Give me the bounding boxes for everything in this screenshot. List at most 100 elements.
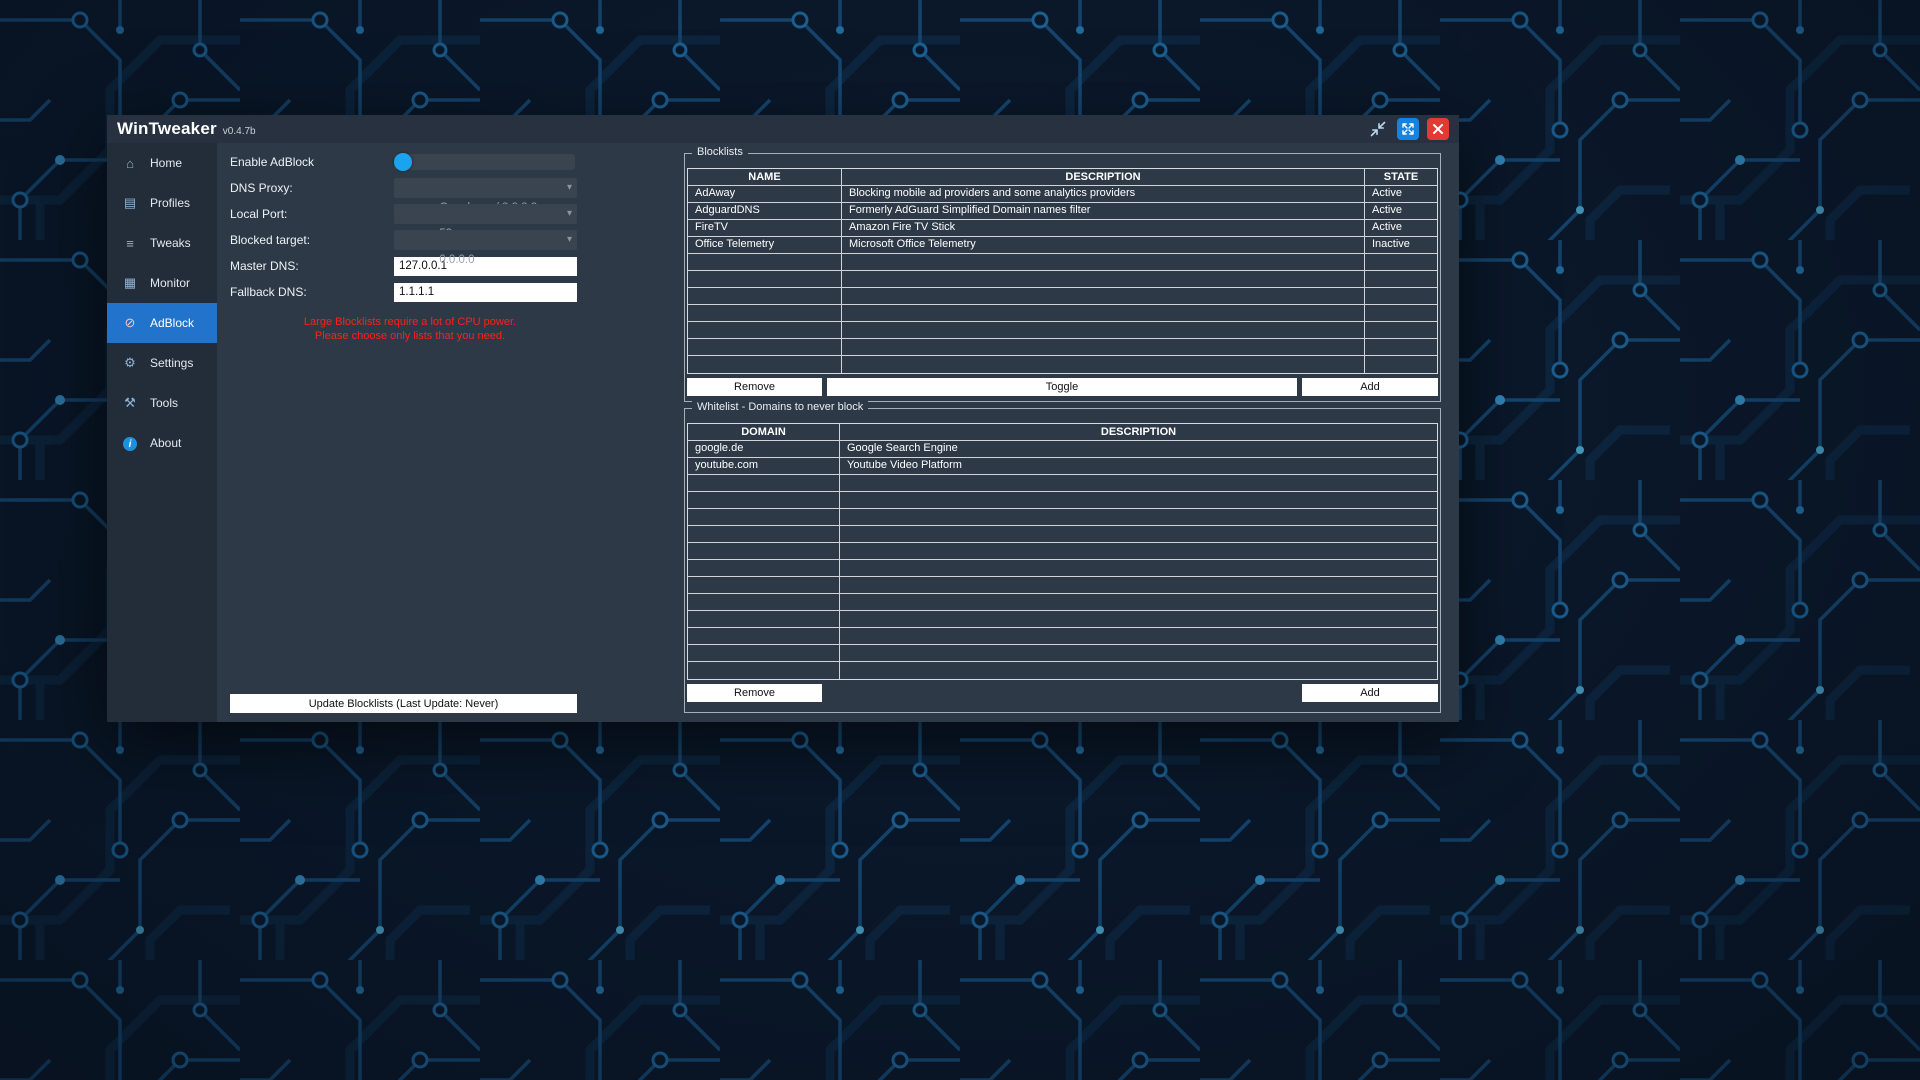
blocklist-description-cell: Amazon Fire TV Stick xyxy=(842,220,1365,236)
sidebar-item-monitor[interactable]: ▦ Monitor xyxy=(107,263,217,303)
whitelist-description-cell xyxy=(840,492,1437,508)
sidebar-item-about[interactable]: i About xyxy=(107,423,217,463)
about-icon: i xyxy=(123,437,137,451)
blocklists-table: NAME DESCRIPTION STATE AdAway Blocking m… xyxy=(687,168,1438,374)
whitelist-description-cell xyxy=(840,628,1437,644)
remove-whitelist-button[interactable]: Remove xyxy=(687,684,822,702)
blocklist-description-cell xyxy=(842,254,1365,270)
whitelist-row[interactable] xyxy=(688,526,1437,543)
add-whitelist-button[interactable]: Add xyxy=(1302,684,1438,702)
blocklist-row[interactable] xyxy=(688,271,1437,288)
blocklist-description-cell: Blocking mobile ad providers and some an… xyxy=(842,186,1365,202)
whitelist-table-body: google.de Google Search Engine youtube.c… xyxy=(688,441,1437,679)
whitelist-domain-cell xyxy=(688,662,840,679)
whitelist-description-cell xyxy=(840,594,1437,610)
blocklist-row[interactable]: FireTV Amazon Fire TV Stick Active xyxy=(688,220,1437,237)
whitelist-row[interactable]: youtube.com Youtube Video Platform xyxy=(688,458,1437,475)
home-icon: ⌂ xyxy=(121,156,139,171)
whitelist-row[interactable] xyxy=(688,594,1437,611)
toggle-knob[interactable] xyxy=(394,153,412,171)
restore-down-button[interactable] xyxy=(1367,118,1389,140)
whitelist-row[interactable] xyxy=(688,611,1437,628)
whitelist-row[interactable] xyxy=(688,509,1437,526)
blocklist-description-cell xyxy=(842,339,1365,355)
blocklist-name-cell xyxy=(688,288,842,304)
blocklist-state-cell xyxy=(1365,271,1437,287)
blocklist-state-cell: Active xyxy=(1365,186,1437,202)
sidebar-item-tweaks[interactable]: ≡ Tweaks xyxy=(107,223,217,263)
dns-proxy-select[interactable]: Google / 8.8.8.8 ▾ xyxy=(394,178,577,198)
whitelist-table: DOMAIN DESCRIPTION google.de Google Sear… xyxy=(687,423,1438,680)
whitelist-row[interactable] xyxy=(688,662,1437,679)
close-button[interactable] xyxy=(1427,118,1449,140)
adblock-icon: ⊘ xyxy=(121,315,139,331)
blocklist-row[interactable] xyxy=(688,288,1437,305)
chevron-down-icon: ▾ xyxy=(567,230,572,250)
blocklist-row[interactable]: Office Telemetry Microsoft Office Teleme… xyxy=(688,237,1437,254)
blocklist-row[interactable] xyxy=(688,339,1437,356)
blocklist-state-cell xyxy=(1365,356,1437,373)
sidebar-item-adblock[interactable]: ⊘ AdBlock xyxy=(107,303,217,343)
app-window: WinTweaker v0.4.7b xyxy=(107,115,1459,722)
local-port-select[interactable]: 53 ▾ xyxy=(394,204,577,224)
restore-down-icon xyxy=(1369,120,1387,138)
sidebar-item-label: Tweaks xyxy=(150,236,191,250)
fallback-dns-label: Fallback DNS: xyxy=(230,285,394,299)
sidebar-item-label: AdBlock xyxy=(150,316,194,330)
update-blocklists-button[interactable]: Update Blocklists (Last Update: Never) xyxy=(230,694,577,713)
whitelist-description-cell xyxy=(840,662,1437,679)
titlebar[interactable]: WinTweaker v0.4.7b xyxy=(107,115,1459,143)
blocklist-name-cell xyxy=(688,339,842,355)
sidebar-item-settings[interactable]: ⚙ Settings xyxy=(107,343,217,383)
whitelist-row[interactable] xyxy=(688,543,1437,560)
column-header-description: DESCRIPTION xyxy=(842,169,1365,185)
blocklist-description-cell xyxy=(842,356,1365,373)
spacer xyxy=(827,684,1297,702)
blocklist-state-cell: Active xyxy=(1365,203,1437,219)
sidebar-item-tools[interactable]: ⚒ Tools xyxy=(107,383,217,423)
blocklist-description-cell xyxy=(842,322,1365,338)
blocked-target-label: Blocked target: xyxy=(230,233,394,247)
maximize-icon xyxy=(1401,122,1415,136)
remove-blocklist-button[interactable]: Remove xyxy=(687,378,822,396)
blocklist-row[interactable] xyxy=(688,254,1437,271)
whitelist-description-cell: Google Search Engine xyxy=(840,441,1437,457)
local-port-label: Local Port: xyxy=(230,207,394,221)
whitelist-row[interactable] xyxy=(688,577,1437,594)
settings-icon: ⚙ xyxy=(121,355,139,371)
blocklist-state-cell xyxy=(1365,288,1437,304)
blocklist-row[interactable] xyxy=(688,356,1437,373)
whitelist-domain-cell xyxy=(688,543,840,559)
whitelist-row[interactable] xyxy=(688,628,1437,645)
whitelist-row[interactable] xyxy=(688,560,1437,577)
whitelist-description-cell xyxy=(840,526,1437,542)
blocklist-name-cell xyxy=(688,322,842,338)
blocklist-description-cell xyxy=(842,305,1365,321)
adblock-settings-form: Enable AdBlock DNS Proxy: Google / 8.8.8… xyxy=(230,149,590,343)
whitelist-domain-cell xyxy=(688,509,840,525)
blocklist-name-cell xyxy=(688,305,842,321)
enable-adblock-toggle[interactable] xyxy=(394,154,575,170)
toggle-blocklist-button[interactable]: Toggle xyxy=(827,378,1297,396)
whitelist-domain-cell: google.de xyxy=(688,441,840,457)
add-blocklist-button[interactable]: Add xyxy=(1302,378,1438,396)
blocklist-row[interactable]: AdguardDNS Formerly AdGuard Simplified D… xyxy=(688,203,1437,220)
whitelist-row[interactable] xyxy=(688,475,1437,492)
whitelist-description-cell xyxy=(840,543,1437,559)
blocklists-table-header: NAME DESCRIPTION STATE xyxy=(688,169,1437,186)
column-header-state: STATE xyxy=(1365,169,1437,185)
blocklist-row[interactable]: AdAway Blocking mobile ad providers and … xyxy=(688,186,1437,203)
whitelist-groupbox: Whitelist - Domains to never block DOMAI… xyxy=(684,408,1441,713)
whitelist-domain-cell xyxy=(688,492,840,508)
sidebar-item-label: Monitor xyxy=(150,276,190,290)
blocked-target-select[interactable]: 0.0.0.0 ▾ xyxy=(394,230,577,250)
blocklist-row[interactable] xyxy=(688,322,1437,339)
whitelist-row[interactable]: google.de Google Search Engine xyxy=(688,441,1437,458)
blocklist-row[interactable] xyxy=(688,305,1437,322)
sidebar-item-profiles[interactable]: ▤ Profiles xyxy=(107,183,217,223)
maximize-button[interactable] xyxy=(1397,118,1419,140)
whitelist-row[interactable] xyxy=(688,645,1437,662)
whitelist-row[interactable] xyxy=(688,492,1437,509)
whitelist-description-cell xyxy=(840,509,1437,525)
sidebar-item-home[interactable]: ⌂ Home xyxy=(107,143,217,183)
